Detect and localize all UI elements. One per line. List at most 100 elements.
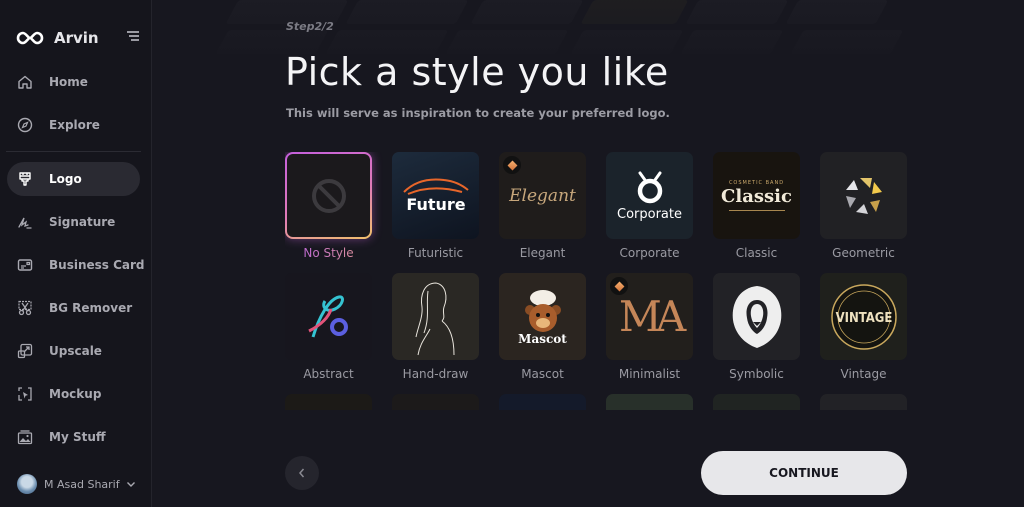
classic-logo-text: Classic [721,186,792,207]
selected-border [285,152,372,239]
style-thumbnail [606,394,693,410]
nav-divider [6,151,141,152]
hand-draw-logo-icon [415,282,454,355]
style-thumbnail [713,394,800,410]
style-label: No Style [285,246,372,260]
sidebar-item-business-card[interactable]: Business Card [7,248,145,282]
style-label: Hand-draw [402,367,469,381]
style-card-partial[interactable] [820,394,907,410]
style-card-partial[interactable] [392,394,479,410]
style-thumbnail [713,273,800,360]
style-label: Geometric [832,246,895,260]
svg-text:VINTAGE: VINTAGE [835,311,892,326]
sidebar-item-explore[interactable]: Explore [7,108,140,142]
style-label: Mascot [521,367,564,381]
no-style-icon [311,178,346,213]
style-card-partial[interactable] [499,394,586,410]
style-card-abstract[interactable]: Abstract [285,273,372,381]
style-label: Elegant [519,246,566,260]
back-button[interactable] [285,456,319,490]
style-label: Classic [735,246,778,260]
step-indicator: Step2/2 [286,20,334,33]
future-car-logo-icon: Future [403,178,469,214]
style-card-mascot[interactable]: Mascot Mascot [499,273,586,381]
collapse-menu-button[interactable] [127,31,139,43]
continue-button[interactable]: CONTINUE [701,451,907,495]
sidebar-item-label: Home [49,75,88,89]
corporate-logo-icon [637,171,662,204]
sidebar-item-label: BG Remover [49,301,133,315]
style-thumbnail: Mascot [499,273,586,360]
style-thumbnail: VINTAGE [820,273,907,360]
gallery-icon [17,430,33,445]
arvin-logo-icon [16,31,44,45]
sidebar-item-bg-remover[interactable]: BG Remover [7,291,140,325]
style-card-futuristic[interactable]: Future Futuristic [392,152,479,260]
style-card-elegant[interactable]: Elegant Elegant [499,152,586,260]
sidebar-item-upscale[interactable]: Upscale [7,334,140,368]
style-thumbnail: MA [606,273,693,360]
signature-icon [18,217,32,229]
geometric-logo-icon [845,177,882,214]
style-card-minimalist[interactable]: MA Minimalist [606,273,693,381]
premium-badge-icon [610,277,628,295]
vintage-badge-icon: VINTAGE [830,283,897,350]
style-label: Minimalist [618,367,681,381]
page-title: Pick a style you like [285,50,669,94]
sidebar-item-label: My Stuff [49,430,106,444]
style-thumbnail: Elegant [499,152,586,239]
sidebar-nav: Home Explore Logo Signature Business Car… [0,65,151,454]
style-card-symbolic[interactable]: Symbolic [713,273,800,381]
sidebar-item-label: Upscale [49,344,102,358]
style-card-corporate[interactable]: Corporate Corporate [606,152,693,260]
style-label: Symbolic [729,367,784,381]
svg-text:Future: Future [406,195,465,214]
corporate-logo-text: Corporate [617,207,682,222]
chevron-left-icon [299,468,305,478]
style-card-partial[interactable] [606,394,693,410]
brand-name: Arvin [54,29,99,47]
style-card-hand-draw[interactable]: Hand-draw [392,273,479,381]
app-root: Arvin Home Explore Logo Signature Busine… [0,0,1024,507]
avatar [17,474,37,494]
abstract-logo-icon [307,294,348,337]
style-card-vintage[interactable]: VINTAGE Vintage [820,273,907,381]
style-thumbnail [392,394,479,410]
sidebar: Arvin Home Explore Logo Signature Busine… [0,0,152,507]
style-thumbnail [499,394,586,410]
sidebar-item-signature[interactable]: Signature [7,205,140,239]
sidebar-item-label: Explore [49,118,100,132]
main-content: Step2/2 Pick a style you like This will … [152,0,1024,507]
mascot-logo-text: Mascot [518,331,567,346]
sidebar-item-my-stuff[interactable]: My Stuff [7,420,140,454]
style-card-partial[interactable] [285,394,372,410]
mascot-bear-icon [524,289,561,332]
sidebar-item-logo[interactable]: Logo [7,162,140,196]
upscale-icon [17,343,33,359]
lion-logo-icon [732,285,781,348]
mockup-icon [18,387,32,401]
style-thumbnail [285,394,372,410]
style-thumbnail: COSMETIC BAND Classic [713,152,800,239]
compass-icon [17,117,33,133]
id-card-icon [17,259,33,271]
chevron-down-icon [126,482,135,487]
premium-badge-icon [503,156,521,174]
style-card-partial[interactable] [713,394,800,410]
style-label: Futuristic [407,246,464,260]
page-subtitle: This will serve as inspiration to create… [286,106,670,120]
style-card-classic[interactable]: COSMETIC BAND Classic Classic [713,152,800,260]
style-thumbnail: Future [392,152,479,239]
user-name: M Asad Sharif [44,477,120,491]
style-card-geometric[interactable]: Geometric [820,152,907,260]
ornament [728,210,785,211]
style-card-no-style[interactable]: No Style [285,152,372,260]
style-thumbnail [820,152,907,239]
sidebar-item-home[interactable]: Home [7,65,140,99]
style-thumbnail: Corporate [606,152,693,239]
style-grid: No Style Future Futuristic Elegant Elega… [285,152,910,410]
user-menu[interactable]: M Asad Sharif [17,474,136,494]
sidebar-item-mockup[interactable]: Mockup [7,377,140,411]
style-thumbnail [820,394,907,410]
style-thumbnail [287,154,370,237]
